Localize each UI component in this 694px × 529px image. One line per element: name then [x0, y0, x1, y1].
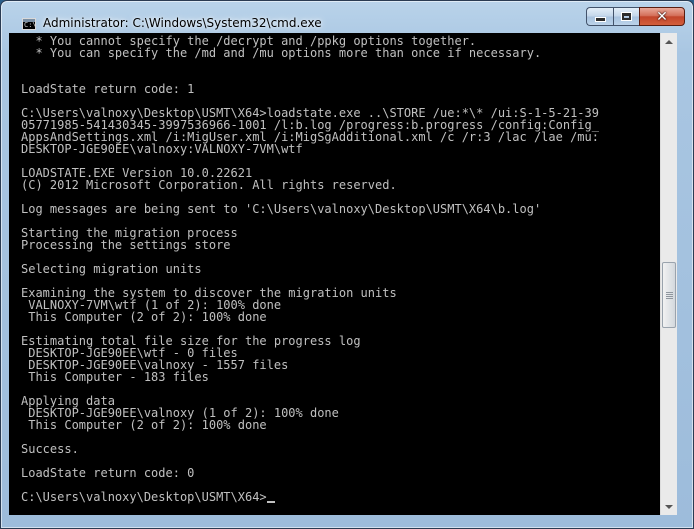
- window-title: Administrator: C:\Windows\System32\cmd.e…: [43, 16, 322, 30]
- console-line: Processing the settings store: [21, 238, 231, 252]
- console-line: LoadState return code: 0: [21, 466, 195, 480]
- minimize-icon: [594, 17, 606, 22]
- console-line: (C) 2012 Microsoft Corporation. All righ…: [21, 178, 397, 192]
- vertical-scrollbar[interactable]: [660, 33, 677, 515]
- arrow-up-icon: [665, 39, 673, 44]
- grip-line: [666, 296, 673, 297]
- close-button[interactable]: ✕: [639, 7, 685, 26]
- console-output[interactable]: * You cannot specify the /decrypt and /p…: [9, 33, 660, 515]
- grip-line: [666, 292, 673, 293]
- scroll-up-button[interactable]: [661, 33, 677, 50]
- arrow-down-icon: [665, 504, 673, 509]
- console-text: * You cannot specify the /decrypt and /p…: [21, 35, 599, 503]
- cmd-app-icon[interactable]: C:\: [22, 18, 37, 30]
- console-line: C:\Users\valnoxy\Desktop\USMT\X64>: [21, 491, 599, 503]
- grip-line: [666, 298, 673, 299]
- console-line: Success.: [21, 442, 79, 456]
- minimize-button[interactable]: [586, 7, 613, 26]
- grip-line: [666, 294, 673, 295]
- text-cursor: [266, 501, 275, 503]
- scroll-down-button[interactable]: [661, 498, 677, 515]
- scrollbar-thumb[interactable]: [662, 262, 676, 328]
- console-line: This Computer (2 of 2): 100% done: [21, 310, 267, 324]
- maximize-button[interactable]: [613, 7, 639, 26]
- cmd-icon-text: C:\: [24, 21, 37, 29]
- close-icon: ✕: [656, 8, 668, 25]
- console-line: Log messages are being sent to 'C:\Users…: [21, 202, 542, 216]
- console-line: LoadState return code: 1: [21, 82, 195, 96]
- resize-grip[interactable]: [676, 513, 693, 528]
- window-controls: ✕: [586, 7, 685, 27]
- console-line: DESKTOP-JGE90EE\valnoxy:VALNOXY-7VM\wtf: [21, 142, 303, 156]
- console-line: This Computer (2 of 2): 100% done: [21, 418, 267, 432]
- console-line: This Computer - 183 files: [21, 370, 209, 384]
- console-line: Selecting migration units: [21, 262, 202, 276]
- cmd-window: C:\ Administrator: C:\Windows\System32\c…: [0, 0, 694, 529]
- console-line: * You can specify the /md and /mu option…: [21, 46, 542, 60]
- maximize-icon: [621, 12, 632, 21]
